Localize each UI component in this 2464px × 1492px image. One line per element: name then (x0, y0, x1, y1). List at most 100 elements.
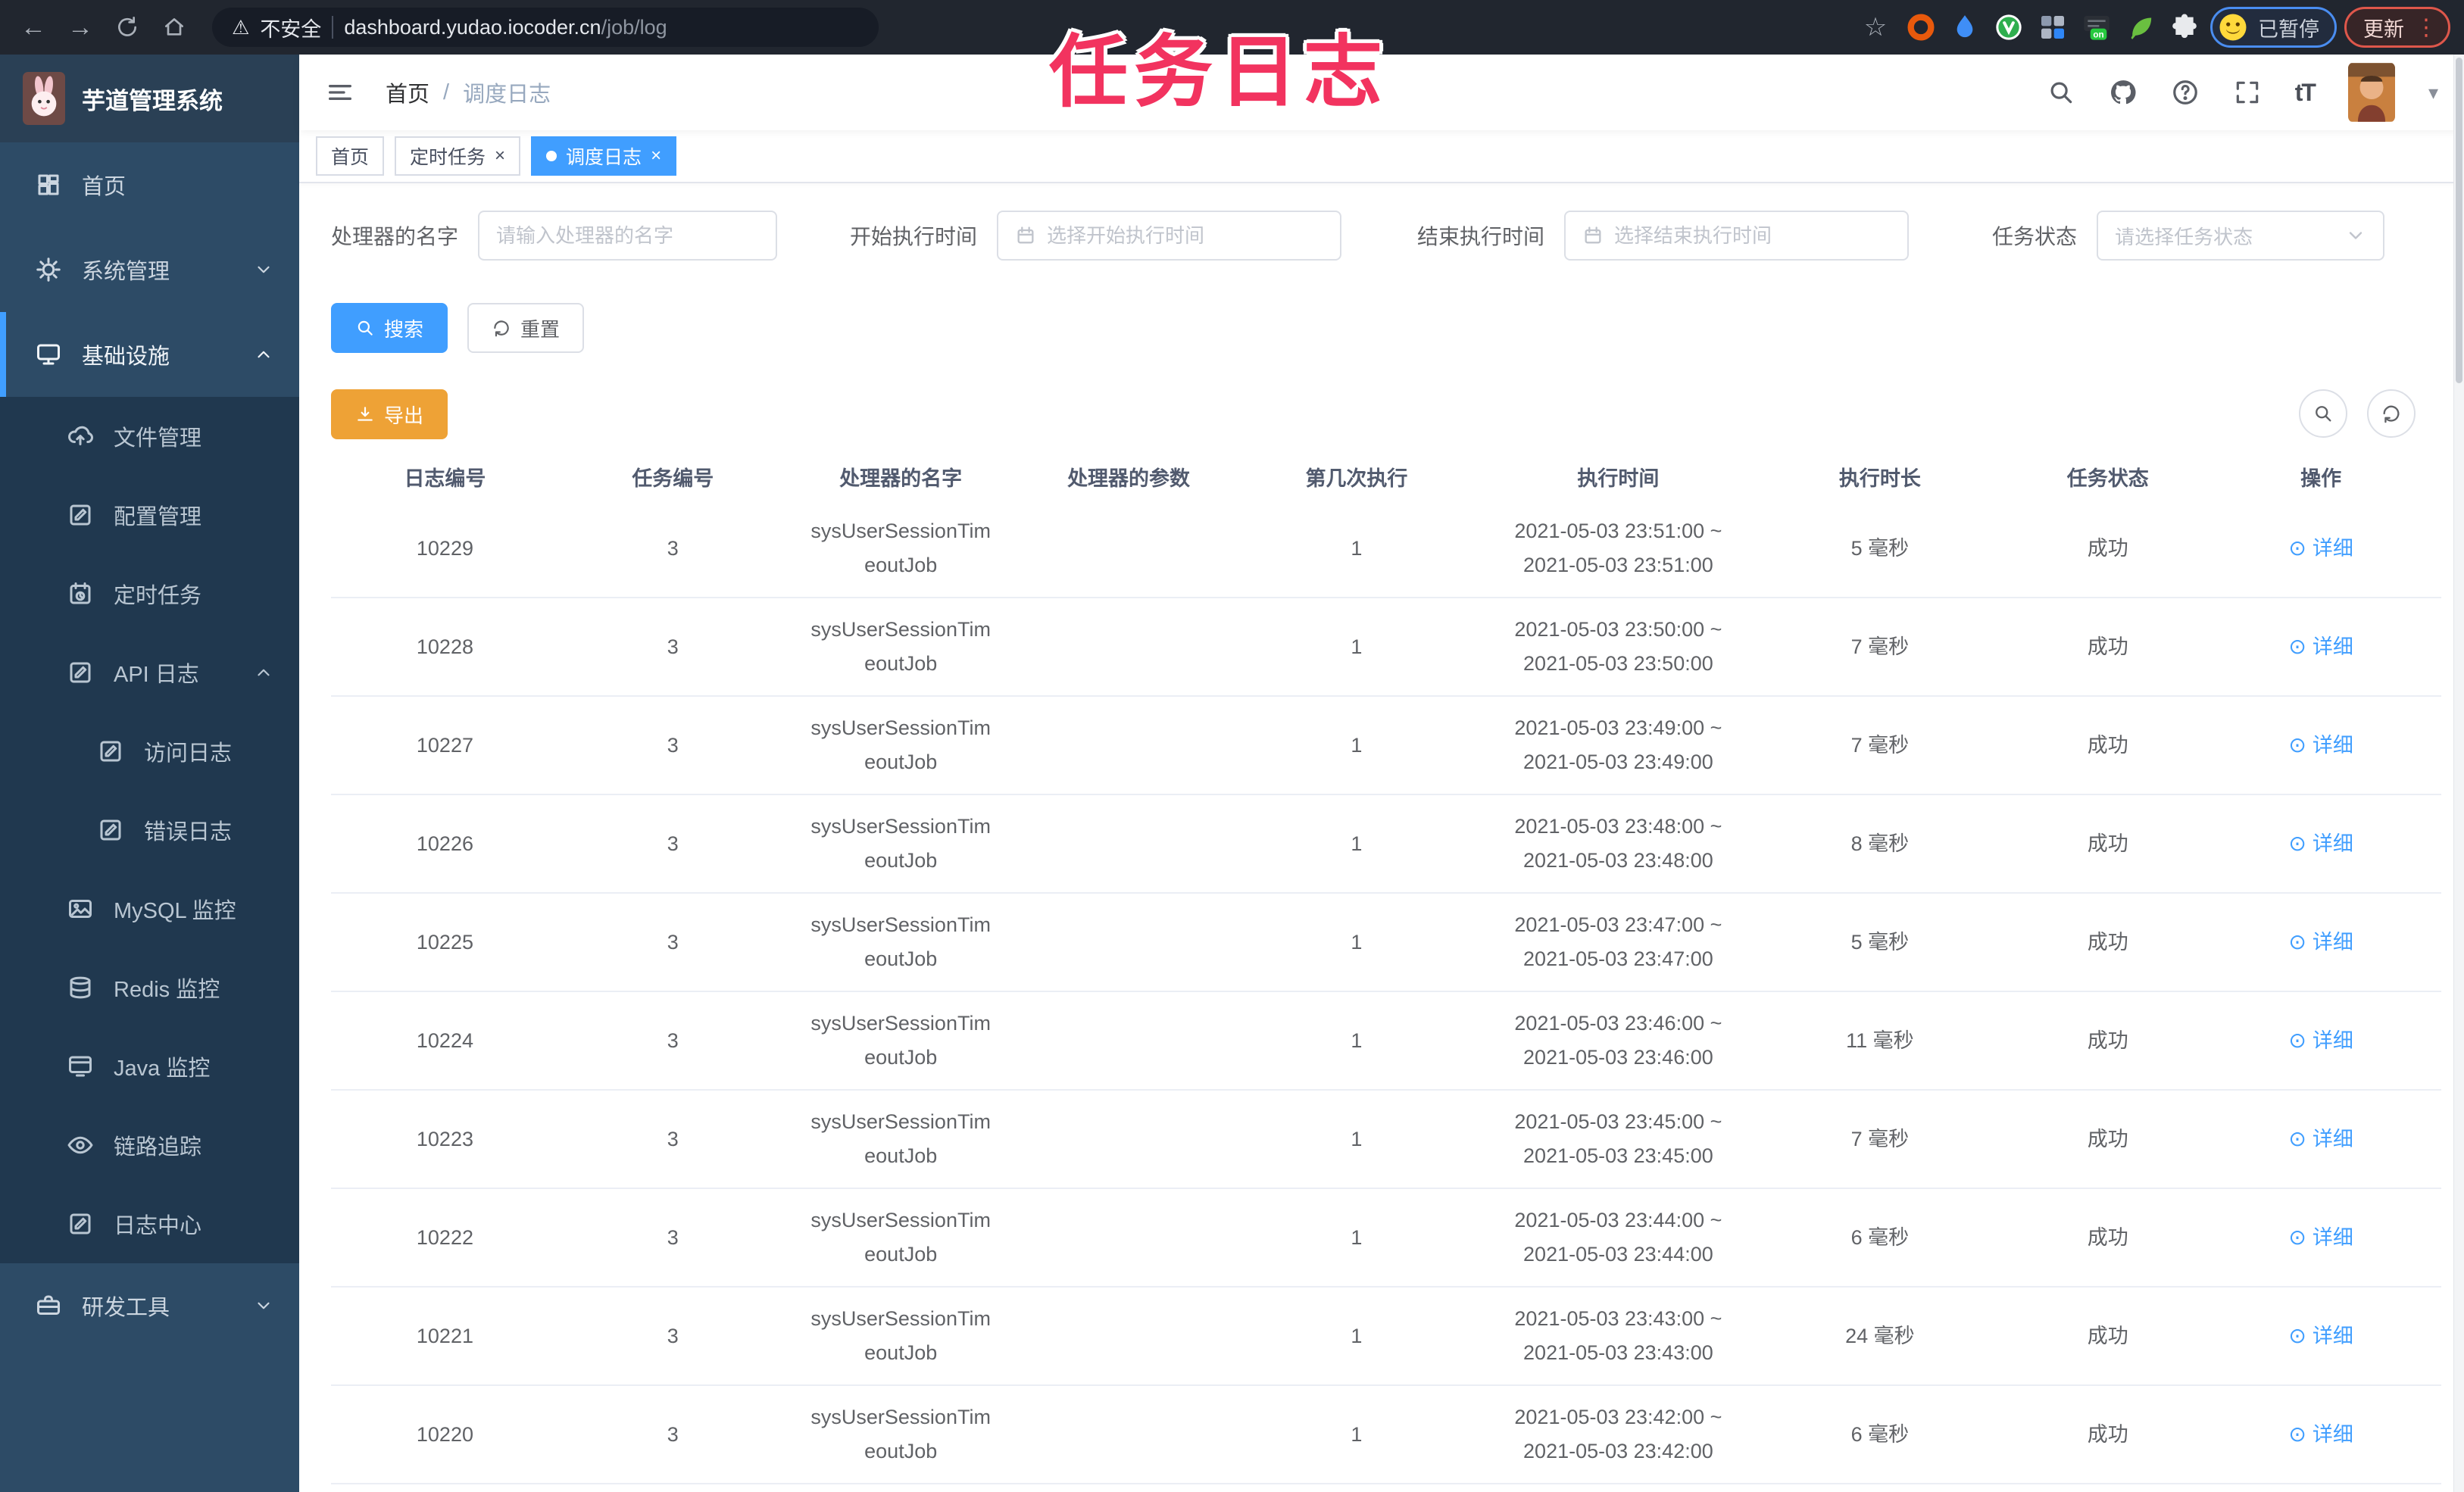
sidebar-item-14[interactable]: 研发工具 (0, 1263, 299, 1348)
cell-duration: 7 毫秒 (1850, 1127, 1910, 1150)
close-icon[interactable]: × (651, 145, 661, 167)
sidebar-item-0[interactable]: 首页 (0, 142, 299, 227)
kebab-menu-icon[interactable]: ⋮ (2415, 14, 2437, 41)
user-avatar[interactable] (2347, 62, 2395, 123)
edit-icon (97, 816, 124, 844)
logo-bar[interactable]: 芋道管理系统 (0, 55, 299, 142)
view-icon: ⊙ (2288, 1422, 2306, 1446)
puzzle-extensions-icon[interactable] (2166, 9, 2203, 45)
fontsize-icon[interactable]: tT (2295, 79, 2316, 107)
chevron-down-icon (254, 1296, 273, 1316)
sidebar-item-4[interactable]: 配置管理 (0, 476, 299, 554)
tab-2[interactable]: 调度日志 × (531, 136, 677, 176)
export-button[interactable]: 导出 (331, 389, 448, 439)
table-row: 10224 3 sysUserSessionTim eoutJob 1 2021-05-0… (331, 992, 2441, 1091)
toggle-search-button[interactable] (2299, 389, 2347, 438)
cell-execute-time: 2021-05-03 23:50:00 ~2021-05-03 23:50:00 (1514, 618, 1722, 675)
column-header: 处理器的参数 (1067, 467, 1191, 490)
forward-icon[interactable]: → (61, 8, 100, 47)
search-button[interactable]: 搜索 (331, 303, 448, 353)
handler-name-input[interactable] (496, 223, 760, 248)
sidebar-item-10[interactable]: Redis 监控 (0, 948, 299, 1027)
edit-icon (67, 659, 94, 686)
chevron-up-icon (254, 345, 273, 364)
sidebar-item-6[interactable]: API 日志 (0, 633, 299, 712)
cell-execute-index: 1 (1351, 635, 1363, 658)
filter-form: 处理器的名字 开始执行时间 结束执行时间 任务状态 (331, 211, 2441, 261)
sidebar-item-label: MySQL 监控 (114, 899, 236, 923)
grid-extension-icon[interactable] (2035, 9, 2071, 45)
cell-handler-name: sysUserSessionTim eoutJob (810, 1110, 991, 1167)
hamburger-icon[interactable] (325, 77, 355, 108)
breadcrumb-home[interactable]: 首页 (386, 76, 429, 108)
detail-link[interactable]: ⊙ 详细 (2288, 1122, 2353, 1156)
navbar-actions: tT ▾ (2047, 62, 2438, 123)
sidebar-item-2[interactable]: 基础设施 (0, 312, 299, 397)
fullscreen-icon[interactable] (2233, 78, 2262, 107)
reset-button[interactable]: 重置 (467, 303, 585, 353)
sidebar-item-1[interactable]: 系统管理 (0, 227, 299, 312)
sidebar-item-7[interactable]: 访问日志 (0, 712, 299, 791)
chevron-down-icon (2345, 225, 2366, 246)
detail-link[interactable]: ⊙ 详细 (2288, 1220, 2353, 1255)
help-icon[interactable] (2171, 78, 2200, 107)
sidebar-item-11[interactable]: Java 监控 (0, 1027, 299, 1106)
detail-link[interactable]: ⊙ 详细 (2288, 1417, 2353, 1452)
cell-status: 成功 (2087, 1028, 2128, 1052)
sidebar-item-5[interactable]: 定时任务 (0, 554, 299, 633)
detail-link[interactable]: ⊙ 详细 (2288, 531, 2353, 566)
sidebar-item-9[interactable]: MySQL 监控 (0, 869, 299, 948)
url-bar[interactable]: ⚠ 不安全 dashboard.yudao.iocoder.cn/job/log (212, 8, 879, 47)
drop-extension-icon[interactable] (1947, 9, 1983, 45)
detail-link[interactable]: ⊙ 详细 (2288, 1319, 2353, 1353)
leaf-extension-icon[interactable] (2122, 9, 2159, 45)
ring-extension-icon[interactable] (1903, 9, 1939, 45)
home-icon[interactable] (155, 8, 194, 47)
end-time-input[interactable] (1614, 223, 1891, 248)
begin-time-input[interactable] (1047, 223, 1324, 248)
table-row: 10228 3 sysUserSessionTim eoutJob 1 2021-05-0… (331, 598, 2441, 697)
bookmark-star-icon[interactable]: ☆ (1856, 8, 1895, 47)
chevron-up-icon (254, 663, 273, 682)
refresh-table-button[interactable] (2367, 389, 2416, 438)
sidebar-item-13[interactable]: 日志中心 (0, 1185, 299, 1263)
browser-profile-button[interactable]: 已暂停 (2210, 7, 2337, 48)
breadcrumb: 首页 / 调度日志 (386, 76, 551, 108)
edit-icon (67, 1210, 94, 1238)
tab-0[interactable]: 首页 (316, 136, 385, 176)
v-extension-icon[interactable] (1991, 9, 2027, 45)
switch-on-extension-icon[interactable]: on (2078, 9, 2115, 45)
cell-handler-name: sysUserSessionTim eoutJob (810, 1307, 991, 1364)
end-time-label: 结束执行时间 (1417, 225, 1545, 248)
status-select[interactable]: 请选择任务状态 (2097, 211, 2385, 261)
cell-actions: ⊙ 详细 (2222, 826, 2420, 861)
cell-duration: 7 毫秒 (1850, 635, 1910, 658)
scrollbar-thumb[interactable] (2456, 58, 2462, 383)
view-icon: ⊙ (2288, 634, 2306, 658)
detail-link[interactable]: ⊙ 详细 (2288, 728, 2353, 763)
back-icon[interactable]: ← (14, 8, 53, 47)
sidebar-item-8[interactable]: 错误日志 (0, 791, 299, 869)
cell-duration: 8 毫秒 (1850, 832, 1910, 855)
status-select-placeholder: 请选择任务状态 (2115, 225, 2253, 248)
sidebar-item-label: 日志中心 (114, 1214, 202, 1238)
cell-status: 成功 (2087, 635, 2128, 658)
detail-link[interactable]: ⊙ 详细 (2288, 826, 2353, 861)
tab-1[interactable]: 定时任务 × (395, 136, 521, 176)
sidebar: 芋道管理系统 首页 系统管理 基础设施 文件管理 配置管理 定时任务 API 日志 访问日志错… (0, 55, 299, 1492)
url-divider (332, 16, 334, 39)
close-icon[interactable]: × (495, 145, 505, 167)
search-icon[interactable] (2047, 78, 2075, 107)
scrollbar[interactable] (2453, 55, 2464, 1492)
sidebar-item-3[interactable]: 文件管理 (0, 397, 299, 476)
cell-job-id: 3 (667, 832, 679, 855)
caret-down-icon[interactable]: ▾ (2428, 81, 2438, 105)
github-icon[interactable] (2109, 78, 2138, 107)
detail-link[interactable]: ⊙ 详细 (2288, 925, 2353, 960)
detail-link[interactable]: ⊙ 详细 (2288, 629, 2353, 664)
detail-link[interactable]: ⊙ 详细 (2288, 1023, 2353, 1058)
reload-icon[interactable] (108, 8, 147, 47)
browser-update-button[interactable]: 更新 ⋮ (2344, 7, 2450, 48)
cell-execute-index: 1 (1351, 733, 1363, 757)
sidebar-item-12[interactable]: 链路追踪 (0, 1106, 299, 1185)
